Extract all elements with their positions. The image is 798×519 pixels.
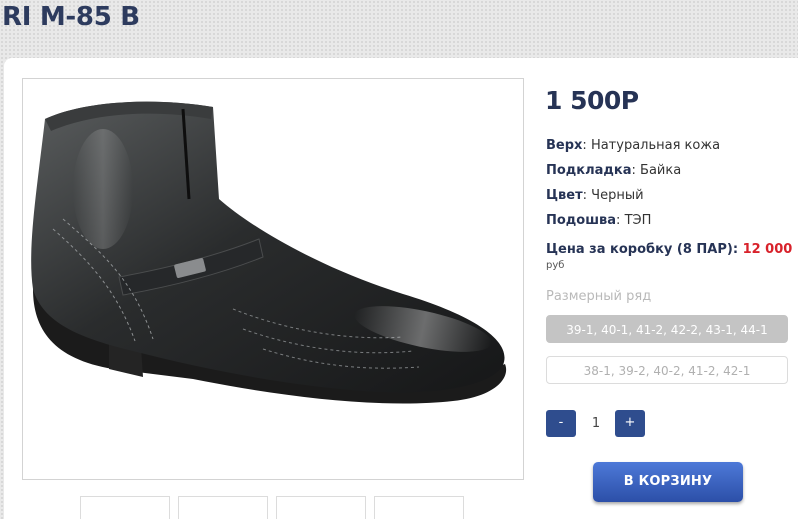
box-price: Цена за коробку (8 ПАР): 12 000 [546, 242, 792, 257]
boot-illustration [31, 101, 507, 404]
thumbnail-2[interactable] [178, 496, 268, 519]
spec-value: Байка [640, 163, 682, 178]
thumbnail-3[interactable] [276, 496, 366, 519]
spec-upper: Верх: Натуральная кожа [546, 138, 721, 153]
thumbnail-1[interactable] [80, 496, 170, 519]
spec-label: Верх [546, 138, 583, 153]
spec-color: Цвет: Черный [546, 188, 644, 203]
spec-value: Натуральная кожа [590, 138, 721, 153]
spec-sole: Подошва: ТЭП [546, 213, 652, 228]
product-title: RI M-85 B [2, 2, 140, 32]
product-image[interactable] [22, 78, 524, 480]
thumbnail-4[interactable] [374, 496, 464, 519]
spec-label: Цвет [546, 188, 583, 203]
box-price-amount: 12 000 [742, 242, 793, 257]
product-price: 1 500Р [545, 86, 639, 115]
size-option-1[interactable]: 39-1, 40-1, 41-2, 42-2, 43-1, 44-1 [546, 315, 788, 343]
spec-value: Черный [591, 188, 644, 203]
box-price-label: Цена за коробку (8 ПАР): [546, 242, 739, 257]
box-price-currency: руб [546, 260, 565, 271]
quantity-increase-button[interactable]: + [615, 410, 645, 437]
size-option-2[interactable]: 38-1, 39-2, 40-2, 41-2, 42-1 [546, 356, 788, 384]
spec-lining: Подкладка: Байка [546, 163, 682, 178]
quantity-input[interactable] [580, 410, 612, 437]
quantity-decrease-button[interactable]: - [546, 410, 576, 437]
spec-label: Подкладка [546, 163, 632, 178]
spec-value: ТЭП [624, 213, 652, 228]
spec-label: Подошва [546, 213, 617, 228]
add-to-cart-button[interactable]: В КОРЗИНУ [593, 462, 743, 502]
size-range-label: Размерный ряд [546, 289, 652, 304]
